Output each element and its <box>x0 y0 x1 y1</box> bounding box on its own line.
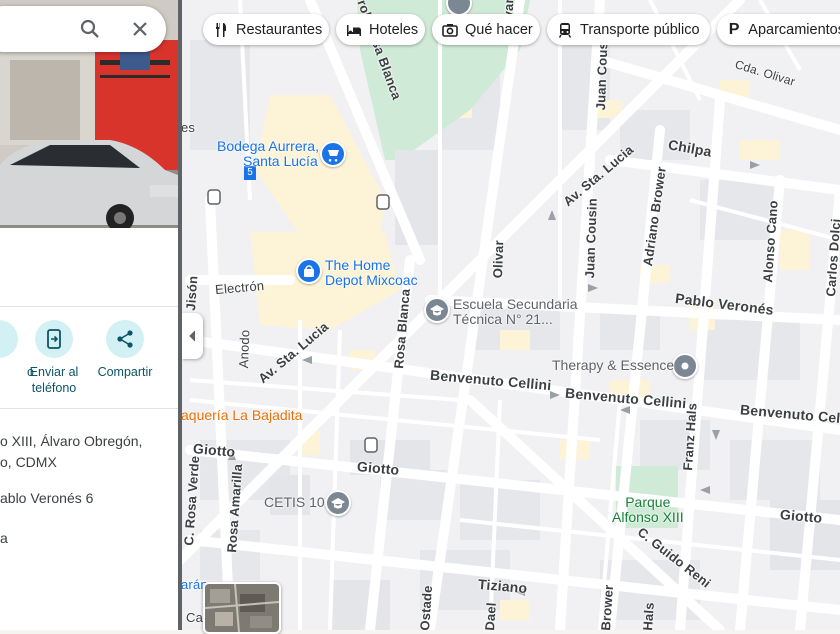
school-icon[interactable] <box>424 297 450 323</box>
address-line[interactable]: o XIII, Álvaro Obregón, <box>0 431 142 452</box>
place-details-panel: o Enviar al teléfono Compartir o XIII, Á… <box>0 0 182 630</box>
search-icon[interactable] <box>78 17 102 41</box>
location-code-line[interactable]: ablo Veronés 6 <box>0 488 93 509</box>
collapse-panel-button[interactable] <box>182 313 203 359</box>
camera-icon <box>441 21 459 39</box>
divider <box>0 408 178 409</box>
close-icon[interactable] <box>128 17 152 41</box>
hotel-icon <box>345 21 363 39</box>
chip-label: Transporte público <box>580 21 700 38</box>
place-dot-icon[interactable] <box>672 353 698 379</box>
chip-parking[interactable]: P Aparcamientos <box>717 14 840 45</box>
shopping-cart-icon[interactable] <box>320 141 346 167</box>
school-icon[interactable] <box>325 490 351 516</box>
info-line[interactable]: a <box>0 528 8 549</box>
divider <box>0 306 178 307</box>
chip-restaurants[interactable]: Restaurantes <box>203 14 329 45</box>
chip-label: Restaurantes <box>236 21 323 38</box>
action-label: Compartir <box>97 365 153 379</box>
layers-toggle-button[interactable] <box>203 582 281 634</box>
share-button[interactable]: Compartir <box>86 320 164 380</box>
address-line[interactable]: o, CDMX <box>0 452 57 473</box>
restaurant-icon <box>212 21 230 39</box>
chip-hotels[interactable]: Hoteles <box>336 14 425 45</box>
action-label: teléfono <box>31 381 77 395</box>
chip-label: Qué hacer <box>465 21 533 38</box>
shopping-bag-icon[interactable] <box>296 258 322 284</box>
search-box[interactable] <box>0 6 166 52</box>
chip-things-to-do[interactable]: Qué hacer <box>432 14 540 45</box>
chip-label: Aparcamientos <box>748 21 840 38</box>
chevron-left-icon <box>189 330 196 342</box>
transit-icon <box>556 21 574 39</box>
share-icon <box>106 320 144 358</box>
chip-label: Hoteles <box>369 21 419 38</box>
satellite-thumbnail <box>205 584 279 632</box>
chip-transit[interactable]: Transporte público <box>547 14 710 45</box>
parking-icon: P <box>728 20 740 38</box>
action-label: Enviar al <box>29 365 79 379</box>
send-to-phone-icon <box>35 320 73 358</box>
send-to-phone-button[interactable]: Enviar al teléfono <box>15 320 93 396</box>
